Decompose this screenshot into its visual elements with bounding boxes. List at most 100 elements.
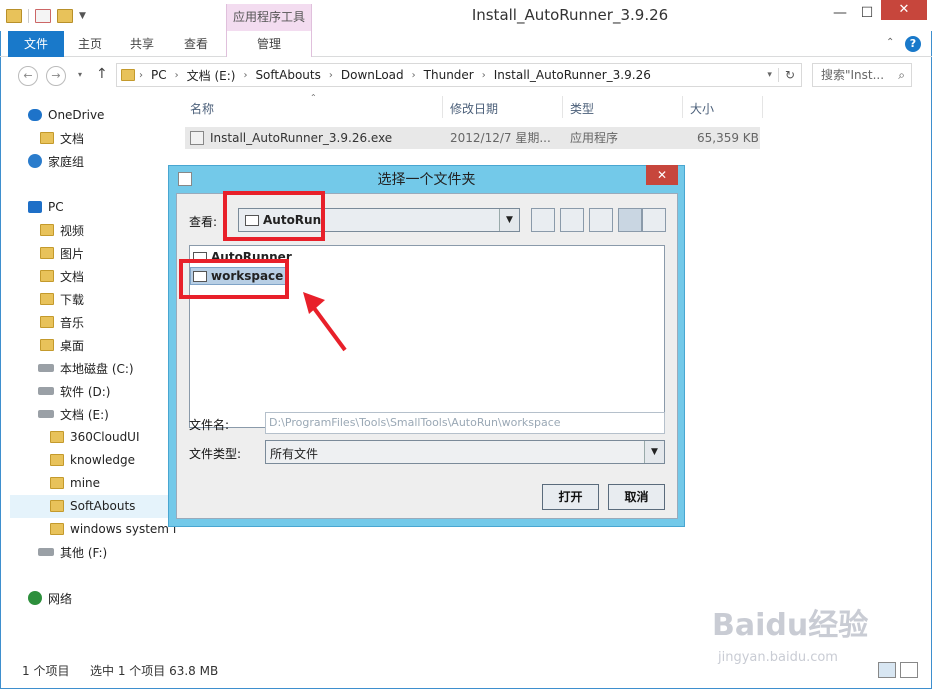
nav-item-desktop[interactable]: 桌面 xyxy=(40,334,84,356)
folder-icon[interactable] xyxy=(6,9,22,23)
open-button[interactable]: 打开 xyxy=(542,484,599,510)
up-button[interactable]: ↑ xyxy=(96,66,108,82)
nav-item-knowledge[interactable]: knowledge xyxy=(50,449,135,471)
recent-locations-icon[interactable]: ▾ xyxy=(78,70,82,79)
cancel-button[interactable]: 取消 xyxy=(608,484,665,510)
folder-icon xyxy=(121,69,135,81)
cloud-icon xyxy=(28,109,42,121)
file-name: Install_AutoRunner_3.9.26.exe xyxy=(210,131,393,145)
sort-ascending-icon: ⌃ xyxy=(310,93,317,102)
highlight-box-lookin xyxy=(223,191,325,241)
column-header-date[interactable]: 修改日期 xyxy=(450,100,498,122)
nav-item-drive-d[interactable]: 软件 (D:) xyxy=(38,380,110,402)
tab-home[interactable]: 主页 xyxy=(72,31,108,57)
chevron-down-icon[interactable]: ▼ xyxy=(79,11,86,21)
filetype-label: 文件类型: xyxy=(189,447,242,461)
new-folder-icon[interactable] xyxy=(57,9,73,23)
nav-item-videos[interactable]: 视频 xyxy=(40,219,84,241)
nav-item-360cloudui[interactable]: 360CloudUI xyxy=(50,426,140,448)
breadcrumb-download[interactable]: DownLoad xyxy=(337,68,408,82)
address-bar[interactable]: › PC › 文档 (E:) › SoftAbouts › DownLoad ›… xyxy=(116,63,802,87)
nav-item-drive-e[interactable]: 文档 (E:) xyxy=(38,403,109,425)
folder-icon xyxy=(50,477,64,489)
nav-item-pictures[interactable]: 图片 xyxy=(40,242,84,264)
breadcrumb-drive-e[interactable]: 文档 (E:) xyxy=(183,67,240,84)
properties-icon[interactable] xyxy=(35,9,51,23)
nav-item-drive-c[interactable]: 本地磁盘 (C:) xyxy=(38,357,134,379)
search-icon[interactable]: ⌕ xyxy=(898,64,905,86)
exe-file-icon xyxy=(190,131,204,145)
back-button[interactable]: ← xyxy=(18,66,38,86)
column-divider[interactable] xyxy=(762,96,763,118)
tab-file[interactable]: 文件 xyxy=(8,31,64,57)
nav-item-onedrive[interactable]: OneDrive xyxy=(28,104,104,126)
quick-access-toolbar: ▼ xyxy=(6,7,86,25)
folder-icon xyxy=(40,270,54,282)
forward-button[interactable]: → xyxy=(46,66,66,86)
column-header-type[interactable]: 类型 xyxy=(570,100,594,122)
filename-field[interactable]: D:\ProgramFiles\Tools\SmallTools\AutoRun… xyxy=(265,412,665,434)
nav-item-downloads[interactable]: 下载 xyxy=(40,288,84,310)
help-icon[interactable]: ? xyxy=(905,36,921,52)
home-button[interactable] xyxy=(560,208,584,232)
nav-item-network[interactable]: 网络 xyxy=(28,587,72,609)
folder-icon xyxy=(40,339,54,351)
up-one-level-button[interactable] xyxy=(531,208,555,232)
nav-item-windows-system[interactable]: windows system f xyxy=(50,518,177,540)
minimize-button[interactable]: — xyxy=(826,4,854,24)
chevron-right-icon[interactable]: › xyxy=(135,70,147,81)
separator xyxy=(28,9,29,23)
drive-icon xyxy=(38,410,54,418)
nav-item-softabouts[interactable]: SoftAbouts xyxy=(50,495,135,517)
column-header-name[interactable]: 名称 xyxy=(190,100,214,122)
chevron-up-icon[interactable]: ⌃ xyxy=(886,37,894,48)
chevron-down-icon[interactable]: ▾ xyxy=(761,70,778,80)
file-size: 65,359 KB xyxy=(697,131,759,145)
breadcrumb-thunder[interactable]: Thunder xyxy=(420,68,478,82)
chevron-right-icon[interactable]: › xyxy=(408,70,420,81)
close-button[interactable]: ✕ xyxy=(881,0,927,20)
column-divider[interactable] xyxy=(682,96,683,118)
column-divider[interactable] xyxy=(442,96,443,118)
breadcrumb-pc[interactable]: PC xyxy=(147,68,171,82)
dialog-close-button[interactable]: ✕ xyxy=(646,165,678,185)
nav-item-docs[interactable]: 文档 xyxy=(40,265,84,287)
homegroup-icon xyxy=(28,154,42,168)
breadcrumb-softabouts[interactable]: SoftAbouts xyxy=(251,68,324,82)
folder-icon xyxy=(50,523,64,535)
drive-icon xyxy=(38,387,54,395)
dialog-title: 选择一个文件夹 xyxy=(377,172,476,188)
nav-item-drive-f[interactable]: 其他 (F:) xyxy=(38,541,107,563)
tab-manage[interactable]: 管理 xyxy=(226,31,312,57)
breadcrumb-install[interactable]: Install_AutoRunner_3.9.26 xyxy=(490,68,655,82)
chevron-right-icon[interactable]: › xyxy=(171,70,183,81)
chevron-down-icon[interactable]: ▼ xyxy=(644,441,664,463)
tab-view[interactable]: 查看 xyxy=(178,31,214,57)
network-icon xyxy=(28,591,42,605)
column-header-size[interactable]: 大小 xyxy=(690,100,714,122)
search-input[interactable]: 搜索"Inst... ⌕ xyxy=(812,63,912,87)
nav-item-music[interactable]: 音乐 xyxy=(40,311,84,333)
nav-item-documents[interactable]: 文档 xyxy=(40,127,84,149)
nav-item-mine[interactable]: mine xyxy=(50,472,100,494)
list-view-button[interactable] xyxy=(618,208,642,232)
filetype-combo[interactable]: 所有文件 ▼ xyxy=(265,440,665,464)
maximize-button[interactable]: ☐ xyxy=(853,4,881,24)
navigation-pane: OneDrive 文档 家庭组 PC 视频 图片 文档 下载 音乐 桌面 本地磁… xyxy=(0,92,177,652)
title-bar: ▼ 应用程序工具 Install_AutoRunner_3.9.26 — ☐ ✕ xyxy=(0,0,932,31)
folder-icon xyxy=(40,224,54,236)
filetype-value: 所有文件 xyxy=(270,447,319,461)
drive-icon xyxy=(38,548,54,556)
chevron-right-icon[interactable]: › xyxy=(239,70,251,81)
nav-item-homegroup[interactable]: 家庭组 xyxy=(28,150,84,172)
chevron-down-icon[interactable]: ▼ xyxy=(499,209,519,231)
column-divider[interactable] xyxy=(562,96,563,118)
new-folder-button[interactable] xyxy=(589,208,613,232)
tab-share[interactable]: 共享 xyxy=(124,31,160,57)
details-view-button[interactable] xyxy=(642,208,666,232)
refresh-icon[interactable]: ↻ xyxy=(777,68,801,82)
chevron-right-icon[interactable]: › xyxy=(325,70,337,81)
chevron-right-icon[interactable]: › xyxy=(478,70,490,81)
file-date: 2012/12/7 星期... xyxy=(450,131,551,145)
nav-item-pc[interactable]: PC xyxy=(28,196,64,218)
